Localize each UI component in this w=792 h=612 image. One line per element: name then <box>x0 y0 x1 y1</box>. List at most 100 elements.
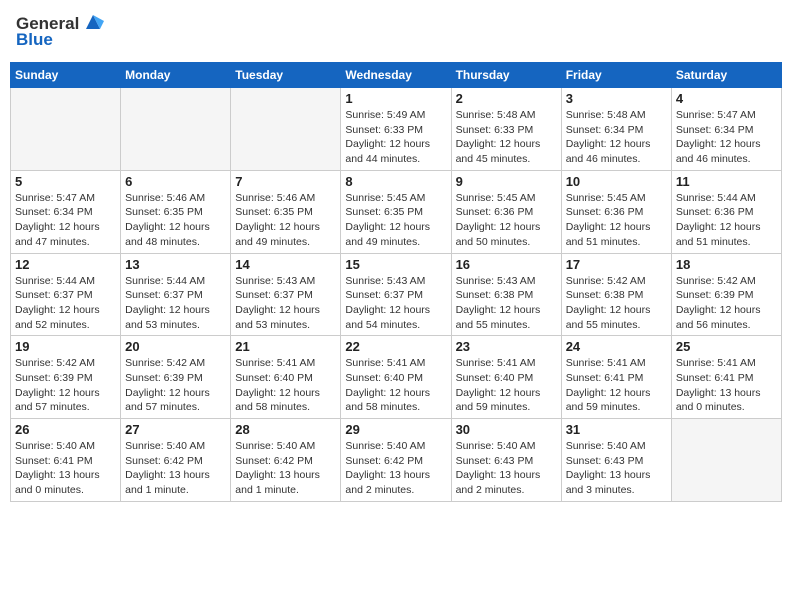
empty-cell <box>11 88 121 171</box>
day-cell-3: 3Sunrise: 5:48 AMSunset: 6:34 PMDaylight… <box>561 88 671 171</box>
day-info: Sunrise: 5:45 AMSunset: 6:36 PMDaylight:… <box>456 191 557 250</box>
day-info: Sunrise: 5:40 AMSunset: 6:43 PMDaylight:… <box>456 439 557 498</box>
day-number: 6 <box>125 174 226 189</box>
day-info: Sunrise: 5:45 AMSunset: 6:36 PMDaylight:… <box>566 191 667 250</box>
day-number: 5 <box>15 174 116 189</box>
day-info: Sunrise: 5:47 AMSunset: 6:34 PMDaylight:… <box>15 191 116 250</box>
day-info: Sunrise: 5:40 AMSunset: 6:41 PMDaylight:… <box>15 439 116 498</box>
day-info: Sunrise: 5:41 AMSunset: 6:40 PMDaylight:… <box>456 356 557 415</box>
week-row-2: 5 Sunrise: 5:47 AMSunset: 6:34 PMDaylight… <box>11 170 782 253</box>
day-number: 25 <box>676 339 777 354</box>
weekday-header-tuesday: Tuesday <box>231 63 341 88</box>
day-cell-16: 16 Sunrise: 5:43 AMSunset: 6:38 PMDayligh… <box>451 253 561 336</box>
day-cell-4: 4 Sunrise: 5:47 AMSunset: 6:34 PMDaylight… <box>671 88 781 171</box>
weekday-header-sunday: Sunday <box>11 63 121 88</box>
day-cell-30: 30 Sunrise: 5:40 AMSunset: 6:43 PMDayligh… <box>451 419 561 502</box>
day-info: Sunrise: 5:42 AMSunset: 6:39 PMDaylight:… <box>15 356 116 415</box>
day-number: 19 <box>15 339 116 354</box>
week-row-1: 1 Sunrise: 5:49 AMSunset: 6:33 PMDaylight… <box>11 88 782 171</box>
day-cell-23: 23 Sunrise: 5:41 AMSunset: 6:40 PMDayligh… <box>451 336 561 419</box>
day-number: 29 <box>345 422 446 437</box>
day-cell-19: 19 Sunrise: 5:42 AMSunset: 6:39 PMDayligh… <box>11 336 121 419</box>
calendar-table: SundayMondayTuesdayWednesdayThursdayFrid… <box>10 62 782 502</box>
day-info: Sunrise: 5:43 AMSunset: 6:37 PMDaylight:… <box>345 274 446 333</box>
day-info: Sunrise: 5:46 AMSunset: 6:35 PMDaylight:… <box>235 191 336 250</box>
day-cell-9: 9Sunrise: 5:45 AMSunset: 6:36 PMDaylight… <box>451 170 561 253</box>
day-cell-27: 27 Sunrise: 5:40 AMSunset: 6:42 PMDayligh… <box>121 419 231 502</box>
day-number: 1 <box>345 91 446 106</box>
day-cell-22: 22 Sunrise: 5:41 AMSunset: 6:40 PMDayligh… <box>341 336 451 419</box>
logo-icon <box>82 11 104 33</box>
day-cell-13: 13 Sunrise: 5:44 AMSunset: 6:37 PMDayligh… <box>121 253 231 336</box>
week-row-5: 26 Sunrise: 5:40 AMSunset: 6:41 PMDayligh… <box>11 419 782 502</box>
day-cell-7: 7 Sunrise: 5:46 AMSunset: 6:35 PMDaylight… <box>231 170 341 253</box>
day-cell-6: 6 Sunrise: 5:46 AMSunset: 6:35 PMDaylight… <box>121 170 231 253</box>
day-info: Sunrise: 5:42 AMSunset: 6:39 PMDaylight:… <box>676 274 777 333</box>
day-cell-8: 8 Sunrise: 5:45 AMSunset: 6:35 PMDaylight… <box>341 170 451 253</box>
day-info: Sunrise: 5:49 AMSunset: 6:33 PMDaylight:… <box>345 108 446 167</box>
day-cell-14: 14Sunrise: 5:43 AMSunset: 6:37 PMDayligh… <box>231 253 341 336</box>
day-number: 7 <box>235 174 336 189</box>
day-cell-31: 31Sunrise: 5:40 AMSunset: 6:43 PMDayligh… <box>561 419 671 502</box>
day-cell-24: 24 Sunrise: 5:41 AMSunset: 6:41 PMDayligh… <box>561 336 671 419</box>
day-cell-29: 29Sunrise: 5:40 AMSunset: 6:42 PMDayligh… <box>341 419 451 502</box>
empty-cell <box>121 88 231 171</box>
day-info: Sunrise: 5:43 AMSunset: 6:38 PMDaylight:… <box>456 274 557 333</box>
day-number: 8 <box>345 174 446 189</box>
day-number: 31 <box>566 422 667 437</box>
day-info: Sunrise: 5:42 AMSunset: 6:39 PMDaylight:… <box>125 356 226 415</box>
day-cell-26: 26 Sunrise: 5:40 AMSunset: 6:41 PMDayligh… <box>11 419 121 502</box>
day-number: 10 <box>566 174 667 189</box>
day-number: 23 <box>456 339 557 354</box>
day-info: Sunrise: 5:46 AMSunset: 6:35 PMDaylight:… <box>125 191 226 250</box>
day-number: 22 <box>345 339 446 354</box>
day-info: Sunrise: 5:40 AMSunset: 6:42 PMDaylight:… <box>235 439 336 498</box>
day-info: Sunrise: 5:41 AMSunset: 6:41 PMDaylight:… <box>566 356 667 415</box>
day-number: 28 <box>235 422 336 437</box>
day-info: Sunrise: 5:40 AMSunset: 6:42 PMDaylight:… <box>125 439 226 498</box>
day-number: 17 <box>566 257 667 272</box>
day-number: 26 <box>15 422 116 437</box>
day-info: Sunrise: 5:42 AMSunset: 6:38 PMDaylight:… <box>566 274 667 333</box>
day-number: 4 <box>676 91 777 106</box>
weekday-header-monday: Monday <box>121 63 231 88</box>
day-cell-11: 11Sunrise: 5:44 AMSunset: 6:36 PMDayligh… <box>671 170 781 253</box>
logo-blue-text: Blue <box>16 30 53 50</box>
day-number: 27 <box>125 422 226 437</box>
day-number: 30 <box>456 422 557 437</box>
day-number: 18 <box>676 257 777 272</box>
weekday-header-row: SundayMondayTuesdayWednesdayThursdayFrid… <box>11 63 782 88</box>
day-info: Sunrise: 5:41 AMSunset: 6:41 PMDaylight:… <box>676 356 777 415</box>
day-number: 2 <box>456 91 557 106</box>
week-row-4: 19 Sunrise: 5:42 AMSunset: 6:39 PMDayligh… <box>11 336 782 419</box>
day-number: 21 <box>235 339 336 354</box>
day-number: 16 <box>456 257 557 272</box>
day-cell-12: 12 Sunrise: 5:44 AMSunset: 6:37 PMDayligh… <box>11 253 121 336</box>
day-info: Sunrise: 5:48 AMSunset: 6:33 PMDaylight:… <box>456 108 557 167</box>
week-row-3: 12 Sunrise: 5:44 AMSunset: 6:37 PMDayligh… <box>11 253 782 336</box>
day-info: Sunrise: 5:44 AMSunset: 6:37 PMDaylight:… <box>125 274 226 333</box>
day-info: Sunrise: 5:41 AMSunset: 6:40 PMDaylight:… <box>235 356 336 415</box>
day-info: Sunrise: 5:41 AMSunset: 6:40 PMDaylight:… <box>345 356 446 415</box>
day-info: Sunrise: 5:43 AMSunset: 6:37 PMDaylight:… <box>235 274 336 333</box>
day-cell-2: 2 Sunrise: 5:48 AMSunset: 6:33 PMDaylight… <box>451 88 561 171</box>
day-info: Sunrise: 5:45 AMSunset: 6:35 PMDaylight:… <box>345 191 446 250</box>
day-number: 13 <box>125 257 226 272</box>
empty-cell <box>671 419 781 502</box>
day-number: 24 <box>566 339 667 354</box>
day-cell-10: 10 Sunrise: 5:45 AMSunset: 6:36 PMDayligh… <box>561 170 671 253</box>
day-info: Sunrise: 5:44 AMSunset: 6:37 PMDaylight:… <box>15 274 116 333</box>
day-number: 15 <box>345 257 446 272</box>
weekday-header-friday: Friday <box>561 63 671 88</box>
day-number: 20 <box>125 339 226 354</box>
day-cell-5: 5 Sunrise: 5:47 AMSunset: 6:34 PMDaylight… <box>11 170 121 253</box>
day-cell-18: 18 Sunrise: 5:42 AMSunset: 6:39 PMDayligh… <box>671 253 781 336</box>
logo: General Blue <box>16 14 104 50</box>
day-cell-15: 15 Sunrise: 5:43 AMSunset: 6:37 PMDayligh… <box>341 253 451 336</box>
day-cell-1: 1 Sunrise: 5:49 AMSunset: 6:33 PMDaylight… <box>341 88 451 171</box>
day-number: 12 <box>15 257 116 272</box>
day-number: 11 <box>676 174 777 189</box>
day-info: Sunrise: 5:47 AMSunset: 6:34 PMDaylight:… <box>676 108 777 167</box>
day-cell-17: 17 Sunrise: 5:42 AMSunset: 6:38 PMDayligh… <box>561 253 671 336</box>
empty-cell <box>231 88 341 171</box>
